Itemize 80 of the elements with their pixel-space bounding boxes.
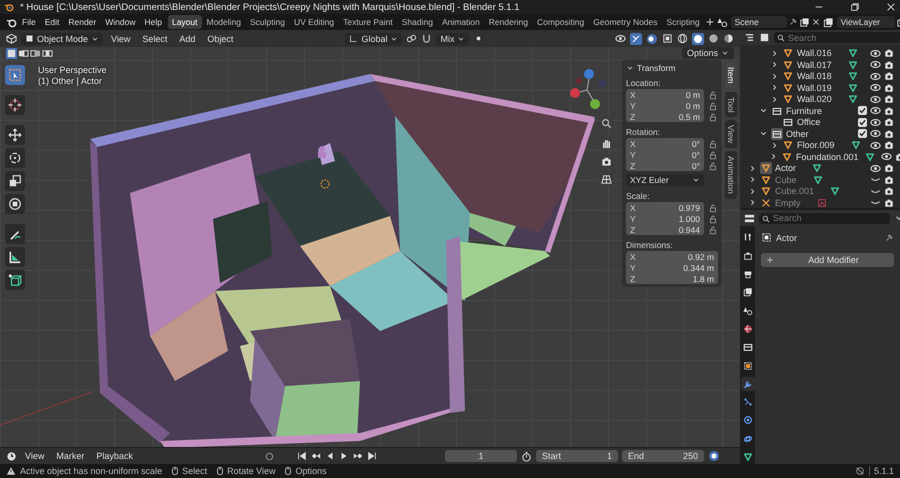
- rotation-mode-dropdown[interactable]: XYZ Euler: [626, 174, 704, 186]
- field-group-label: Dimensions:: [626, 240, 674, 250]
- end-frame-field[interactable]: End 250: [622, 450, 704, 462]
- outliner-item[interactable]: Foundation.001: [796, 152, 859, 162]
- outliner-item[interactable]: Wall.017: [797, 60, 832, 70]
- outliner-item[interactable]: Other: [786, 128, 809, 139]
- workspace-tab[interactable]: Shading: [398, 15, 437, 29]
- sidebar-tab[interactable]: Tool: [725, 92, 737, 118]
- orientation-dropdown[interactable]: Global: [345, 32, 402, 44]
- start-frame-field[interactable]: Start 1: [536, 450, 618, 462]
- number-field[interactable]: Z 1.8 m: [626, 273, 718, 284]
- menu-item[interactable]: Playback: [92, 450, 137, 462]
- search-field[interactable]: Search: [759, 212, 890, 224]
- window-title: * House [C:\Users\User\Documents\Blender\Blender Projects\Creepy Nights with Marquis\House.blend] - Blender 5.1.1: [20, 2, 520, 12]
- menu-item[interactable]: View: [21, 450, 48, 462]
- add-modifier-button[interactable]: Add Modifier: [761, 253, 894, 268]
- menu-item[interactable]: Edit: [40, 16, 64, 28]
- current-frame-field[interactable]: 1: [445, 450, 517, 462]
- workspace-tab[interactable]: Sculpting: [246, 15, 289, 29]
- menu-item[interactable]: File: [18, 16, 40, 28]
- mode-dropdown[interactable]: Object Mode: [21, 32, 104, 44]
- shortcut-hint: Options: [295, 466, 326, 476]
- options-dropdown[interactable]: Options: [682, 47, 734, 59]
- number-field[interactable]: X 0.92 m: [626, 251, 718, 262]
- field-group-label: Rotation:: [626, 127, 662, 137]
- menu-item[interactable]: Render: [64, 16, 100, 28]
- outliner-item[interactable]: Wall.020: [797, 94, 832, 104]
- menu-item[interactable]: Help: [140, 16, 166, 28]
- outliner-item[interactable]: Empty: [775, 198, 801, 208]
- number-field[interactable]: Z 0.944: [626, 224, 704, 235]
- shortcut-hint: Select: [182, 466, 208, 476]
- snap-dropdown[interactable]: Mix: [436, 32, 470, 44]
- outliner-item[interactable]: Floor.009: [797, 140, 835, 150]
- number-field[interactable]: X 0 m: [626, 89, 704, 100]
- scene-selector[interactable]: Scene: [730, 16, 787, 28]
- search-field[interactable]: Search: [774, 32, 900, 44]
- context-label: (1) Other | Actor: [38, 76, 103, 87]
- sidebar-tab[interactable]: View: [725, 120, 737, 148]
- workspace-tab[interactable]: UV Editing: [290, 15, 338, 29]
- workspace-tab[interactable]: Animation: [438, 15, 484, 29]
- menu-item[interactable]: Window: [101, 16, 140, 28]
- outliner-item[interactable]: Wall.016: [797, 48, 832, 58]
- number-field[interactable]: Z 0°: [626, 160, 704, 171]
- menu-item[interactable]: View: [107, 32, 134, 44]
- number-field[interactable]: Y 0°: [626, 149, 704, 160]
- outliner-item[interactable]: Furniture: [786, 106, 822, 116]
- object-name: Actor: [776, 232, 798, 243]
- version-label: 5.1.1: [868, 466, 894, 476]
- workspace-tab[interactable]: Layout: [168, 15, 202, 29]
- view-name: User Perspective: [38, 65, 107, 76]
- menu-item[interactable]: Marker: [52, 450, 88, 462]
- outliner-item[interactable]: Office: [797, 117, 820, 128]
- outliner-item[interactable]: Cube: [775, 174, 797, 185]
- number-field[interactable]: X 0°: [626, 138, 704, 149]
- status-message: Active object has non-uniform scale: [20, 466, 162, 476]
- workspace-tab[interactable]: Compositing: [533, 15, 588, 29]
- sidebar-tab[interactable]: Item: [725, 62, 737, 89]
- field-group-label: Location:: [626, 78, 662, 88]
- workspace-tab[interactable]: Geometry Nodes: [589, 15, 662, 29]
- field-group-label: Scale:: [626, 191, 651, 201]
- number-field[interactable]: Y 0.344 m: [626, 262, 718, 273]
- number-field[interactable]: Y 0 m: [626, 100, 704, 111]
- view-layer-selector[interactable]: ViewLayer: [836, 16, 895, 28]
- number-field[interactable]: X 0.979: [626, 202, 704, 213]
- outliner-item[interactable]: Wall.018: [797, 71, 832, 82]
- workspace-tab[interactable]: Modeling: [202, 15, 245, 29]
- menu-item[interactable]: Select: [138, 32, 172, 44]
- workspace-tab[interactable]: Rendering: [484, 15, 532, 29]
- outliner-item[interactable]: Actor: [775, 163, 796, 174]
- number-field[interactable]: Y 1.000: [626, 213, 704, 224]
- shortcut-hint: Rotate View: [227, 466, 276, 476]
- sidebar-tab[interactable]: Animation: [725, 151, 737, 200]
- menu-item[interactable]: Object: [203, 32, 238, 44]
- panel-title[interactable]: Transform: [637, 63, 676, 73]
- workspace-tab[interactable]: Scripting: [662, 15, 704, 29]
- outliner-item[interactable]: Wall.019: [797, 82, 832, 93]
- workspace-tab[interactable]: Texture Paint: [339, 15, 397, 29]
- number-field[interactable]: Z 0.5 m: [626, 111, 704, 122]
- outliner-item[interactable]: Cube.001: [775, 186, 814, 196]
- menu-item[interactable]: Add: [175, 32, 200, 44]
